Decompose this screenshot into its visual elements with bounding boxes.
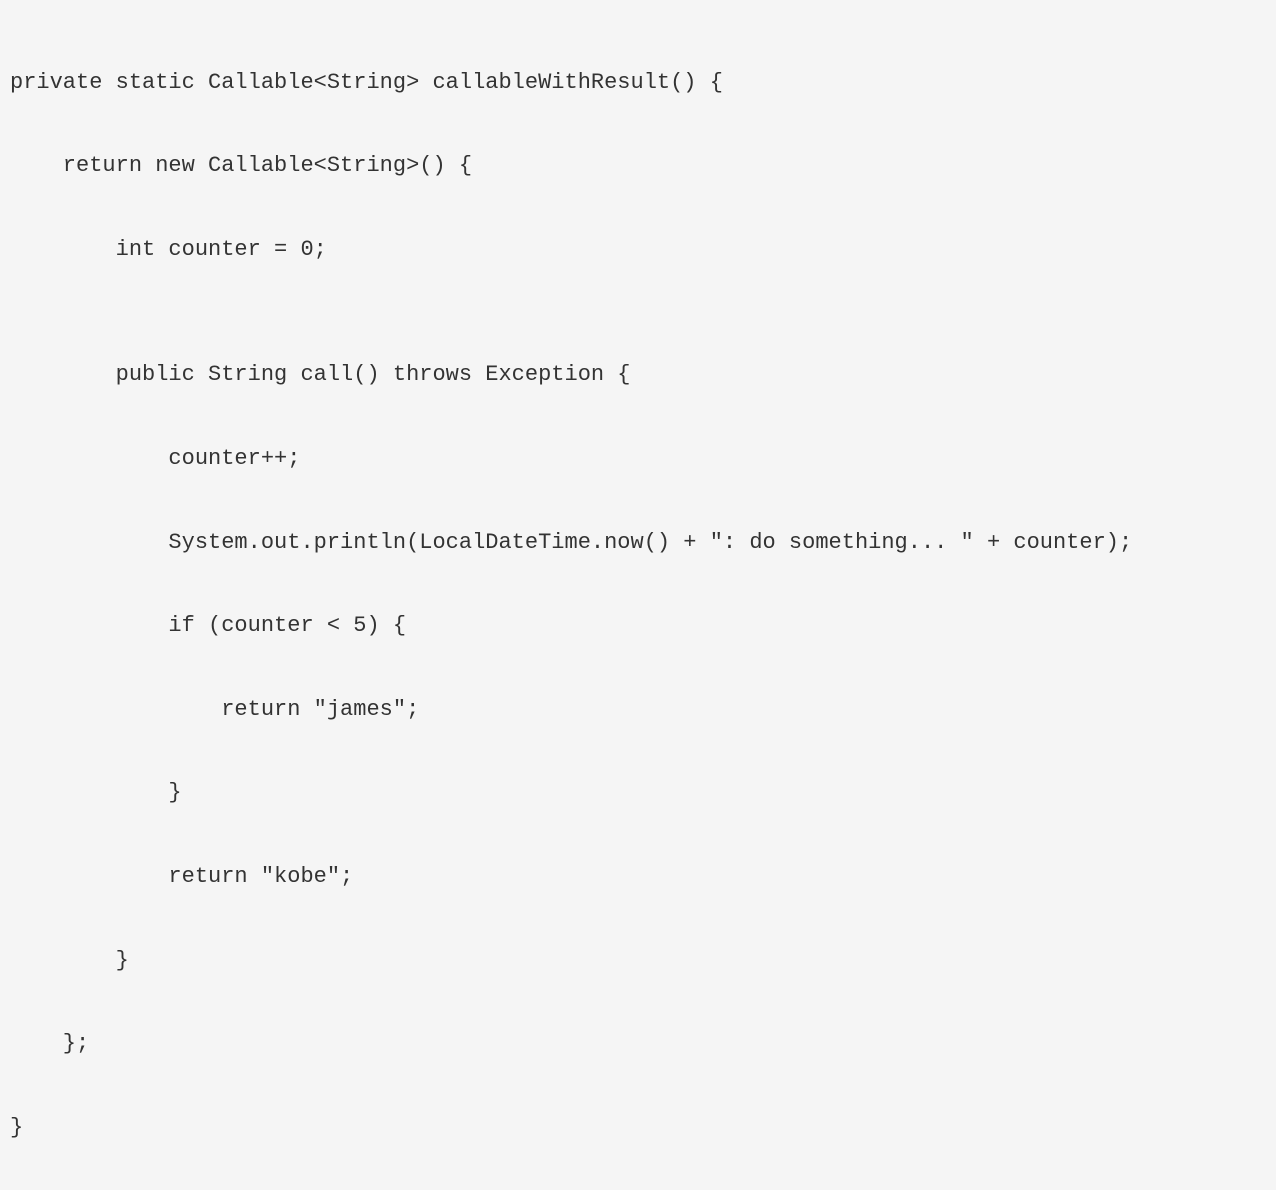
code-line: return "james"; bbox=[10, 689, 1266, 731]
code-line: private static Callable<String> callable… bbox=[10, 62, 1266, 104]
code-line: counter++; bbox=[10, 438, 1266, 480]
code-line: } bbox=[10, 940, 1266, 982]
code-line: } bbox=[10, 1107, 1266, 1149]
code-line: } bbox=[10, 772, 1266, 814]
code-line: }; bbox=[10, 1023, 1266, 1065]
code-line: if (counter < 5) { bbox=[10, 605, 1266, 647]
code-line: return new Callable<String>() { bbox=[10, 145, 1266, 187]
code-line: int counter = 0; bbox=[10, 229, 1266, 271]
code-line: System.out.println(LocalDateTime.now() +… bbox=[10, 522, 1266, 564]
code-line: return "kobe"; bbox=[10, 856, 1266, 898]
code-snippet: private static Callable<String> callable… bbox=[10, 20, 1266, 1190]
code-line: public String call() throws Exception { bbox=[10, 354, 1266, 396]
